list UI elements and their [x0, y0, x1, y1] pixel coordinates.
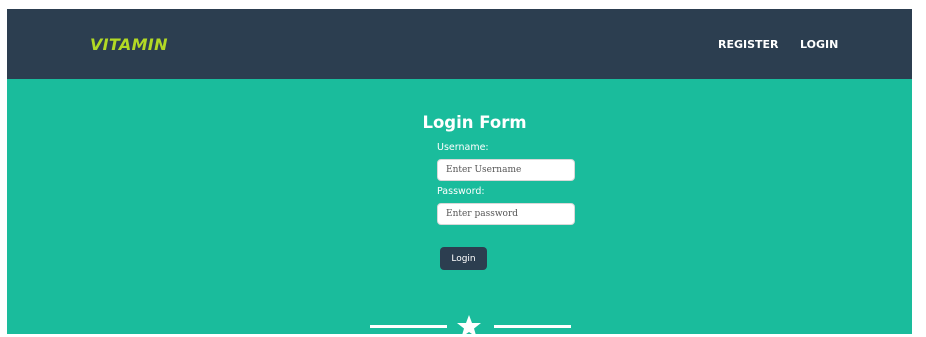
nav-login-link[interactable]: LOGIN [800, 38, 838, 51]
navbar: VITAMIN REGISTER LOGIN [7, 9, 912, 79]
password-input[interactable] [437, 203, 575, 225]
login-section: Login Form Username: Password: Login [7, 79, 912, 337]
form-title: Login Form [422, 113, 527, 132]
divider-line-right [494, 325, 571, 328]
brand-logo[interactable]: VITAMIN [90, 35, 168, 54]
divider-line-left [370, 325, 447, 328]
top-margin [0, 0, 926, 9]
nav-register-link[interactable]: REGISTER [718, 38, 779, 51]
login-button[interactable]: Login [440, 247, 487, 270]
username-label: Username: [437, 142, 489, 153]
username-input[interactable] [437, 159, 575, 181]
password-label: Password: [437, 186, 485, 197]
